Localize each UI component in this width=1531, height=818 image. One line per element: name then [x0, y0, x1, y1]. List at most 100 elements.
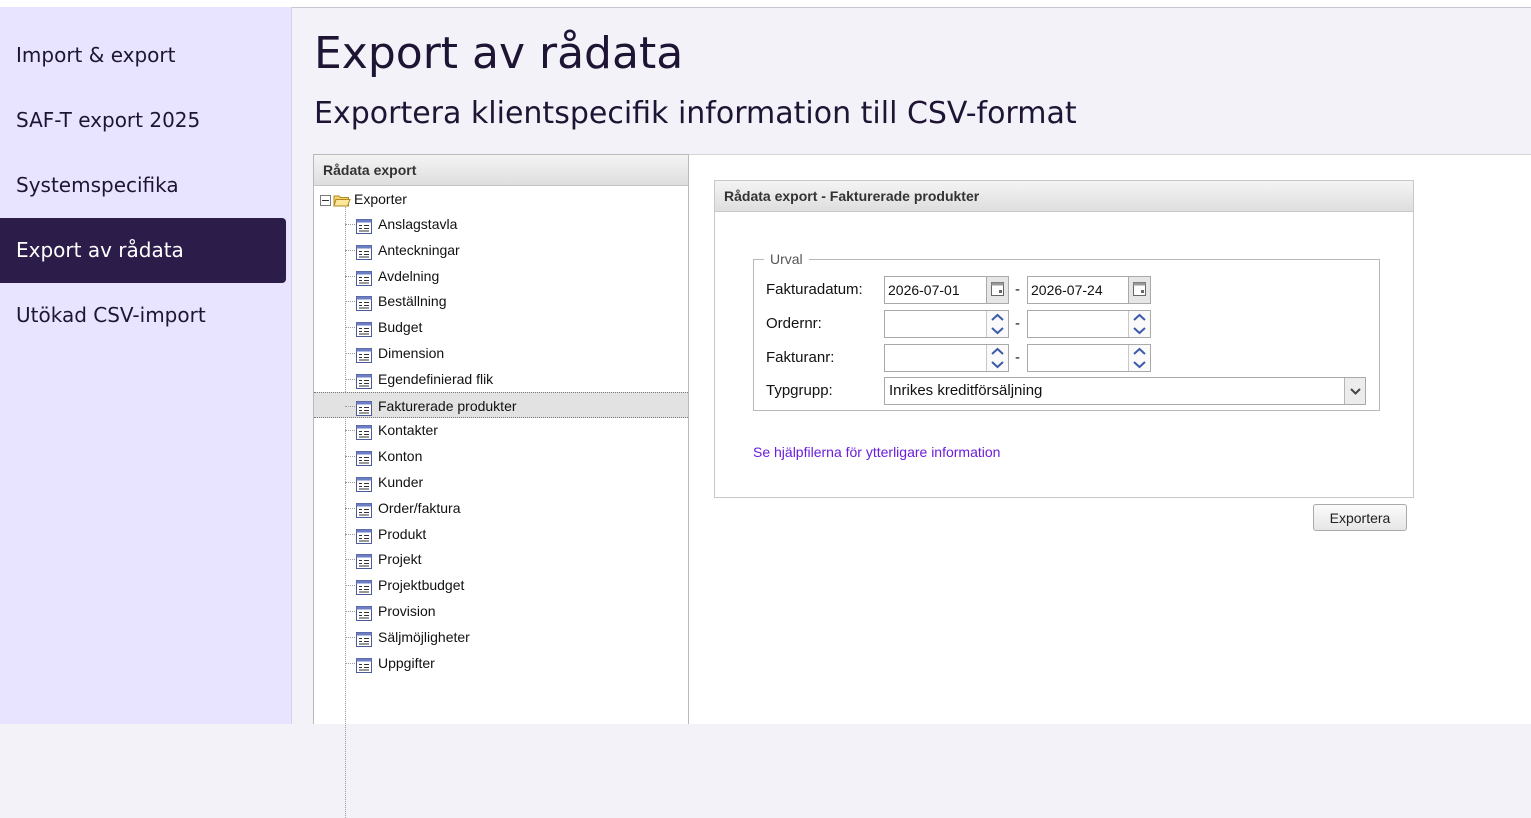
- tree-connector: [345, 456, 355, 458]
- tree-item-anslagstavla[interactable]: Anslagstavla: [314, 211, 688, 237]
- tree-connector: [345, 559, 355, 561]
- tree-item-label: Anslagstavla: [378, 216, 458, 232]
- table-doc-icon: [356, 448, 372, 467]
- ordernr-from-spinner[interactable]: [986, 311, 1008, 337]
- tree-item-label: Anteckningar: [378, 241, 460, 258]
- chevron-up-icon[interactable]: [987, 311, 1008, 324]
- tree-item-label: Projektbudget: [378, 577, 465, 594]
- ordernr-to-input[interactable]: [1027, 310, 1151, 338]
- typgrupp-label: Typgrupp:: [766, 382, 833, 399]
- page-title: Export av rådata: [314, 28, 684, 79]
- table-doc-icon: [356, 268, 372, 286]
- chevron-up-icon[interactable]: [1129, 345, 1150, 358]
- chevron-down-icon[interactable]: [1344, 378, 1365, 404]
- tree-item-label: Provision: [378, 603, 436, 619]
- fakturadatum-separator: -: [1015, 281, 1020, 298]
- help-files-link[interactable]: Se hjälpfilerna för ytterligare informat…: [753, 444, 1000, 460]
- tree-item-egendefinierad-flik[interactable]: Egendefinierad flik: [314, 366, 688, 392]
- tree-item-bestallning[interactable]: Beställning: [314, 288, 688, 314]
- export-button[interactable]: Exportera: [1313, 504, 1407, 531]
- collapse-icon[interactable]: [320, 194, 331, 206]
- fakturadatum-from-input[interactable]: 2026-07-01: [884, 276, 1009, 304]
- top-divider: [292, 7, 1531, 8]
- tree-item-produkt[interactable]: Produkt: [314, 521, 688, 547]
- export-panel-header: Rådata export - Fakturerade produkter: [715, 181, 1413, 212]
- table-doc-icon: [356, 526, 372, 544]
- ordernr-separator: -: [1015, 315, 1020, 332]
- tree-item-label: Produkt: [378, 525, 427, 542]
- table-doc-icon: [356, 345, 372, 363]
- fakturadatum-from-value: 2026-07-01: [888, 282, 960, 298]
- calendar-icon[interactable]: [1128, 277, 1150, 303]
- tree-item-konton[interactable]: Konton: [314, 443, 688, 469]
- urval-fieldset: Urval Fakturadatum: 2026-07-01 - 2026-07…: [753, 250, 1380, 411]
- tree-item-uppgifter[interactable]: Uppgifter: [314, 650, 688, 676]
- tree-item-label: Egendefinierad flik: [378, 370, 494, 387]
- ordernr-from-input[interactable]: [884, 310, 1009, 338]
- table-doc-icon: [356, 577, 372, 596]
- table-doc-icon: [356, 422, 372, 441]
- tree-root-exporter[interactable]: Exporter: [320, 188, 407, 210]
- tree-item-kunder[interactable]: Kunder: [314, 469, 688, 495]
- tree-connector: [345, 585, 355, 587]
- tree-item-provision[interactable]: Provision: [314, 598, 688, 624]
- fakturanr-to-spinner[interactable]: [1128, 345, 1150, 371]
- tree-item-order-faktura[interactable]: Order/faktura: [314, 495, 688, 521]
- tree-connector: [345, 533, 355, 535]
- tree-connector: [345, 430, 355, 432]
- sidebar-item-export-radata[interactable]: Export av rådata: [0, 218, 286, 283]
- chevron-down-icon[interactable]: [987, 358, 1008, 371]
- chevron-down-icon[interactable]: [1129, 358, 1150, 371]
- chevron-down-icon[interactable]: [987, 324, 1008, 337]
- tree-connector: [345, 405, 355, 407]
- tree-item-kontakter[interactable]: Kontakter: [314, 417, 688, 443]
- table-doc-icon: [356, 242, 372, 260]
- table-doc-icon: [356, 371, 372, 389]
- tree-item-projektbudget[interactable]: Projektbudget: [314, 572, 688, 598]
- top-strip: [0, 0, 1531, 7]
- tree-item-anteckningar[interactable]: Anteckningar: [314, 237, 688, 263]
- tree-connector: [345, 275, 355, 277]
- fakturanr-from-input[interactable]: [884, 344, 1009, 372]
- folder-open-icon: [333, 195, 351, 207]
- tree-panel-header: Rådata export: [314, 155, 688, 186]
- tree-item-fakturerade-produkter[interactable]: Fakturerade produkter: [314, 391, 688, 418]
- tree-connector: [345, 327, 355, 329]
- table-doc-icon: [356, 500, 372, 518]
- tree-item-saljmojligheter[interactable]: Säljmöjligheter: [314, 624, 688, 650]
- fakturadatum-to-input[interactable]: 2026-07-24: [1027, 276, 1151, 304]
- ordernr-to-spinner[interactable]: [1128, 311, 1150, 337]
- tree-item-label: Kunder: [378, 474, 424, 490]
- tree-item-label: Konton: [378, 448, 423, 465]
- table-doc-icon: [356, 474, 372, 492]
- urval-legend: Urval: [764, 250, 809, 268]
- tree-item-dimension[interactable]: Dimension: [314, 340, 688, 366]
- tree-root-label: Exporter: [354, 191, 407, 207]
- fakturadatum-to-value: 2026-07-24: [1031, 282, 1103, 298]
- table-doc-icon: [356, 293, 372, 312]
- fakturanr-to-input[interactable]: [1027, 344, 1151, 372]
- tree-connector: [345, 507, 355, 509]
- fakturanr-from-spinner[interactable]: [986, 345, 1008, 371]
- sidebar-item-saft-export[interactable]: SAF-T export 2025: [0, 88, 286, 153]
- tree-item-label: Order/faktura: [378, 499, 461, 516]
- sidebar-item-systemspecifika[interactable]: Systemspecifika: [0, 153, 286, 218]
- chevron-down-icon[interactable]: [1129, 324, 1150, 337]
- tree-item-label: Beställning: [378, 293, 447, 310]
- sidebar: Import & export SAF-T export 2025 System…: [0, 7, 292, 724]
- tree-connector: [345, 353, 355, 354]
- tree-connector: [345, 636, 355, 638]
- chevron-up-icon[interactable]: [987, 345, 1008, 358]
- table-doc-icon: [356, 398, 372, 416]
- chevron-up-icon[interactable]: [1129, 311, 1150, 324]
- tree-item-budget[interactable]: Budget: [314, 314, 688, 340]
- tree-item-avdelning[interactable]: Avdelning: [314, 263, 688, 289]
- typgrupp-select[interactable]: Inrikes kreditförsäljning: [884, 377, 1366, 405]
- sidebar-item-utokad-csv-import[interactable]: Utökad CSV-import: [0, 283, 286, 348]
- export-panel: Rådata export - Fakturerade produkter Ur…: [714, 180, 1414, 498]
- fakturadatum-label: Fakturadatum:: [766, 281, 863, 298]
- sidebar-item-import-export[interactable]: Import & export: [0, 23, 286, 88]
- calendar-icon[interactable]: [986, 277, 1008, 303]
- tree-item-projekt[interactable]: Projekt: [314, 546, 688, 572]
- typgrupp-selected-value: Inrikes kreditförsäljning: [889, 382, 1043, 399]
